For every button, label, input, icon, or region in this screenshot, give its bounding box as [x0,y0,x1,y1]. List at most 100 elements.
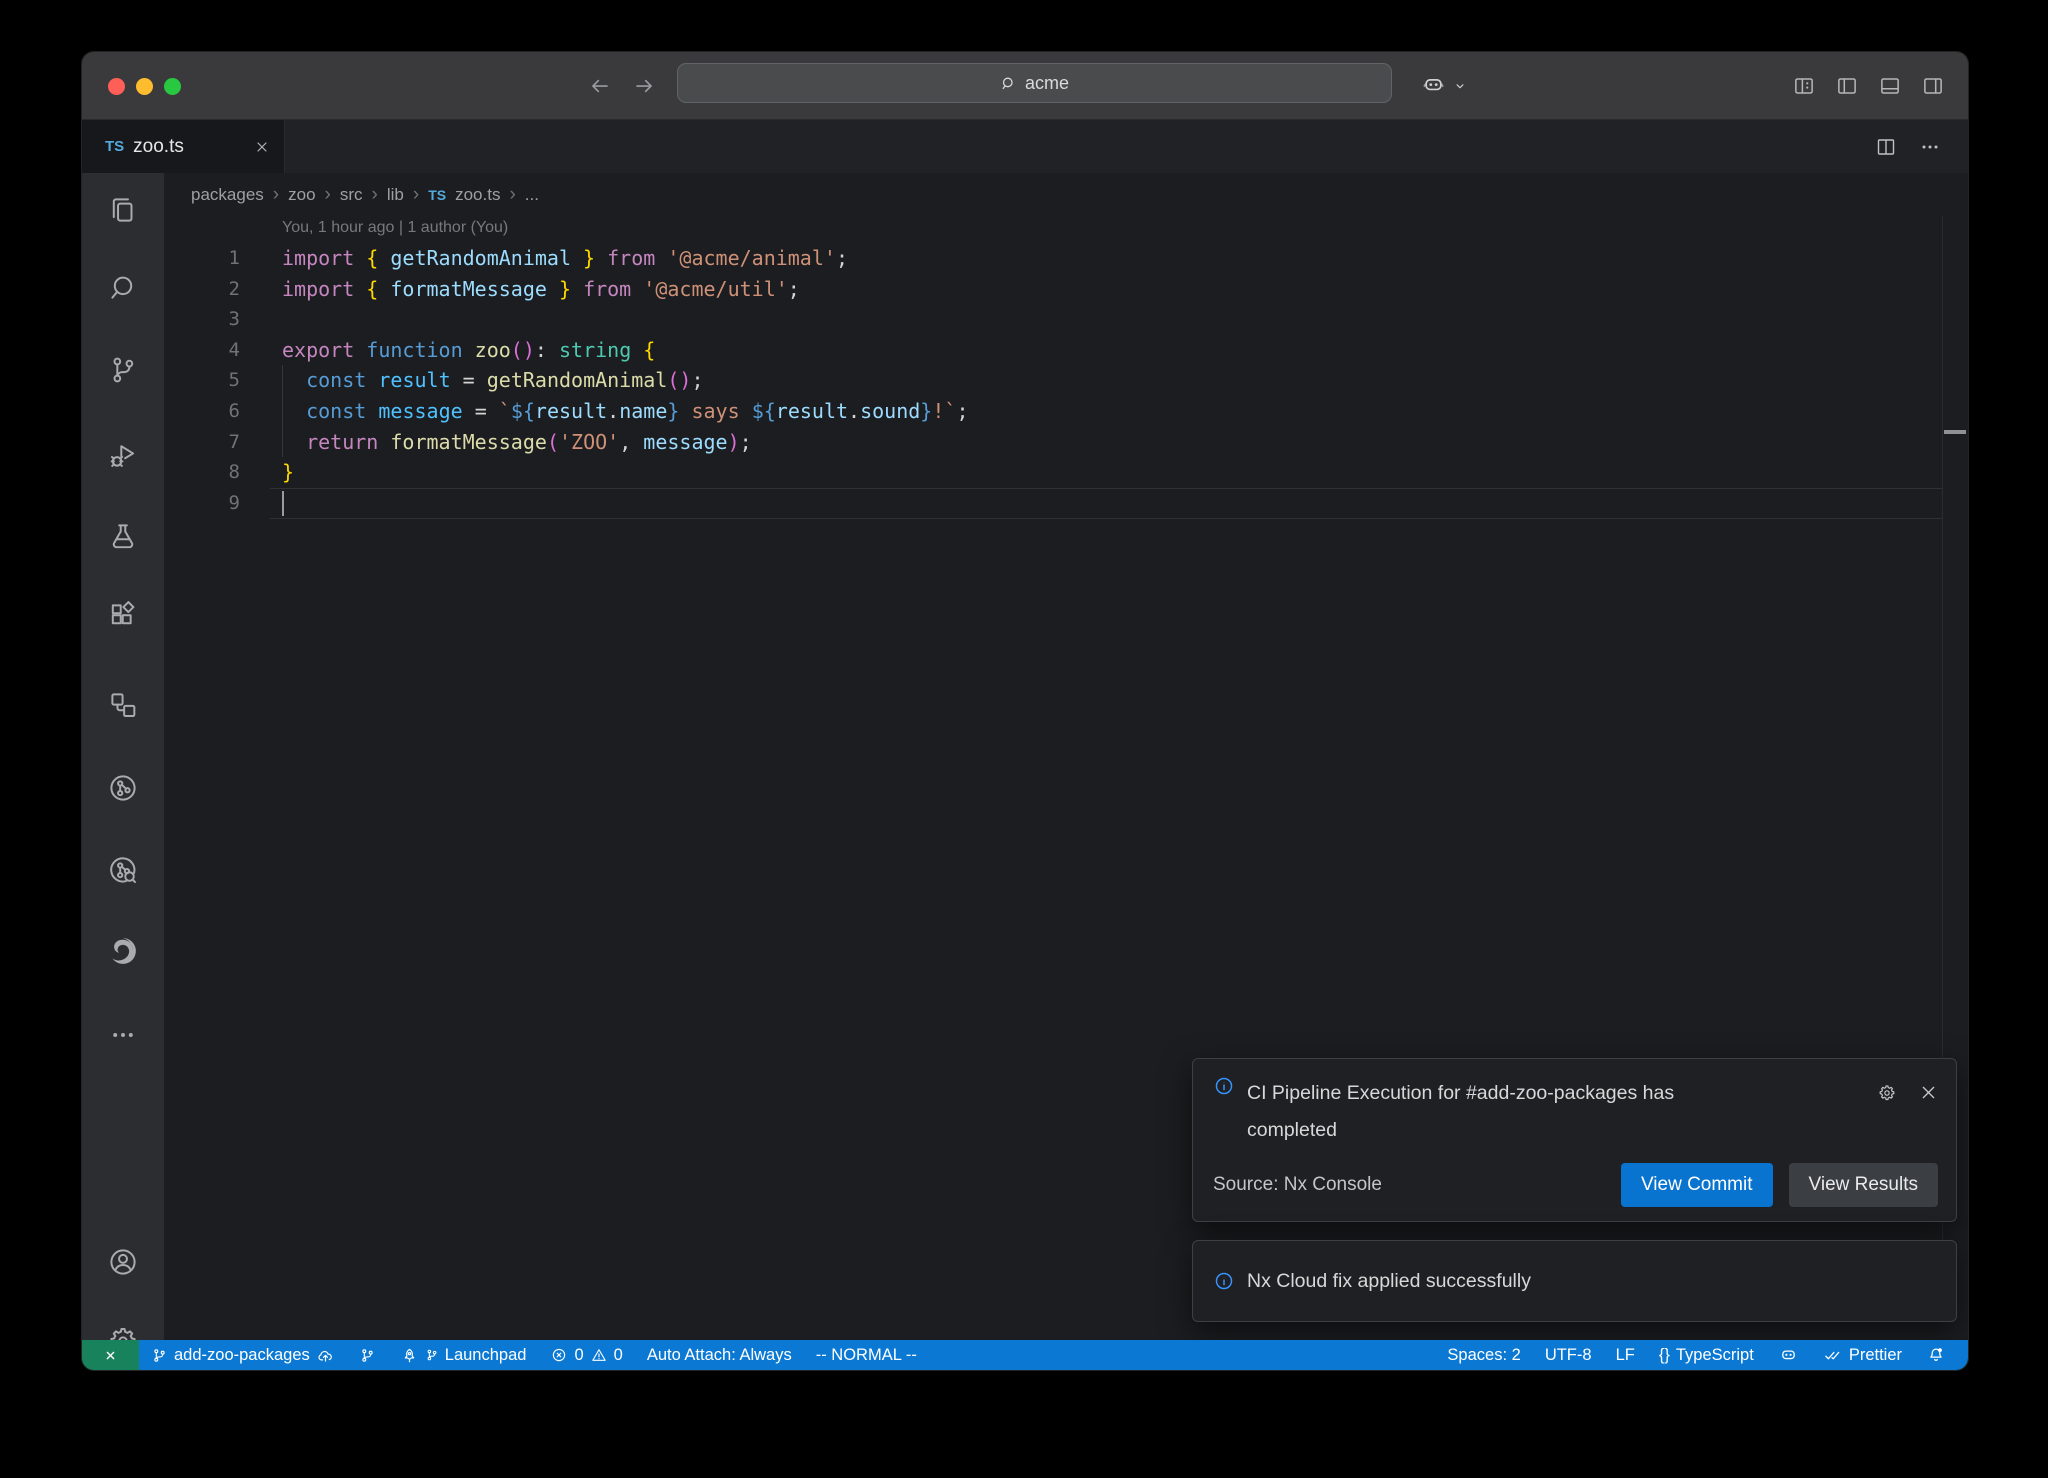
editor-actions [1874,120,1942,173]
more-actions-icon[interactable] [1918,135,1942,159]
tab-label: zoo.ts [133,136,184,158]
code-line-3[interactable]: 3 [164,304,1968,335]
status-bar: add-zoo-packages Launchpad 0 0 Auto Atta… [82,1340,1968,1370]
git-branch-icon [151,1347,168,1364]
code-line-9[interactable]: 9 [164,488,1968,519]
notifications-bell[interactable] [1914,1340,1958,1370]
view-results-button[interactable]: View Results [1789,1163,1938,1207]
copilot-menu[interactable] [1420,72,1467,99]
cloud-upload-icon [316,1346,335,1365]
activity-bar-item-search[interactable] [82,271,164,305]
formatter-status[interactable]: Prettier [1811,1340,1914,1370]
breadcrumb-item-packages[interactable]: packages [191,185,264,205]
line-number[interactable]: 4 [164,335,240,366]
line-number[interactable]: 3 [164,304,240,335]
indent-guide [282,365,283,457]
activity-bar-item-remote-explorer[interactable] [82,688,164,722]
notification-close-icon[interactable] [1919,1083,1938,1149]
copilot-status[interactable] [1766,1340,1811,1370]
notification-gear-icon[interactable] [1877,1083,1897,1149]
source-control-status[interactable] [347,1340,388,1370]
activity-bar [82,173,164,1370]
notification-ci-pipeline: CI Pipeline Execution for #add-zoo-packa… [1192,1058,1957,1222]
edge-tools-icon [105,933,141,969]
toggle-primary-sidebar-icon[interactable] [1834,73,1860,99]
indentation-status[interactable]: Spaces: 2 [1435,1340,1532,1370]
tab-bar: TS zoo.ts [82,120,1968,173]
source-control-icon [106,353,140,387]
activity-bar-item-testing[interactable] [82,519,164,553]
code-text: return formatMessage('ZOO', message); [282,427,752,458]
encoding-status[interactable]: UTF-8 [1533,1340,1604,1370]
testing-icon [106,519,140,553]
breadcrumb-separator: › [509,184,515,206]
branch-status[interactable]: add-zoo-packages [139,1340,347,1370]
breadcrumb: packages›zoo›src›lib›TSzoo.ts›... [164,173,1968,216]
line-number[interactable]: 2 [164,274,240,305]
activity-bar-item-nx-console[interactable] [82,771,164,805]
activity-bar-item-extensions[interactable] [82,598,164,632]
activity-bar-item-accounts[interactable] [82,1245,164,1279]
zoom-window-button[interactable] [164,78,181,95]
breadcrumb-item-zoo[interactable]: zoo [288,185,315,205]
launchpad-status[interactable]: Launchpad [388,1340,539,1370]
activity-bar-item-nx-cloud[interactable] [82,853,164,887]
back-icon[interactable] [587,73,613,99]
code-text: export function zoo(): string { [282,335,655,366]
language-status[interactable]: {} TypeScript [1647,1340,1766,1370]
breadcrumb-item-src[interactable]: src [340,185,363,205]
line-number[interactable]: 1 [164,243,240,274]
breadcrumb-item-symbols[interactable]: ... [525,185,539,205]
notification-message: CI Pipeline Execution for #add-zoo-packa… [1247,1075,1767,1149]
breadcrumb-separator: › [413,184,419,206]
command-center-search[interactable]: acme [677,63,1392,103]
breadcrumb-item-lib[interactable]: lib [387,185,404,205]
line-number[interactable]: 6 [164,396,240,427]
customize-layout-icon[interactable] [1791,73,1817,99]
activity-bar-item-explorer[interactable] [82,193,164,227]
line-number[interactable]: 8 [164,457,240,488]
code-line-6[interactable]: 6 const message = `${result.name} says $… [164,396,1968,427]
auto-attach-status[interactable]: Auto Attach: Always [635,1340,804,1370]
forward-icon[interactable] [631,73,657,99]
split-editor-icon[interactable] [1874,135,1898,159]
breadcrumb-separator: › [372,184,378,206]
toggle-panel-icon[interactable] [1877,73,1903,99]
code-text: } [282,457,294,488]
code-line-8[interactable]: 8} [164,457,1968,488]
line-number[interactable]: 7 [164,427,240,458]
problems-status[interactable]: 0 0 [538,1340,634,1370]
copilot-icon [1778,1345,1799,1366]
branch-name: add-zoo-packages [174,1346,310,1365]
close-window-button[interactable] [108,78,125,95]
vscode-window: acme TS zoo.ts packages›zoo›src›lib›TSzo… [82,52,1968,1370]
code-line-1[interactable]: 1import { getRandomAnimal } from '@acme/… [164,243,1968,274]
line-number[interactable]: 9 [164,488,240,519]
warning-count: 0 [614,1346,623,1365]
code-line-7[interactable]: 7 return formatMessage('ZOO', message); [164,427,1968,458]
code-line-2[interactable]: 2import { formatMessage } from '@acme/ut… [164,274,1968,305]
code-line-4[interactable]: 4 export function zoo(): string { [164,335,1968,366]
remote-indicator[interactable] [82,1340,139,1370]
errors-icon [550,1346,568,1364]
code-text: const message = `${result.name} says ${r… [282,396,968,427]
breadcrumb-separator: › [325,184,331,206]
close-tab-icon[interactable] [254,139,270,155]
activity-bar-item-source-control[interactable] [82,353,164,387]
search-icon [1000,75,1017,92]
eol-status[interactable]: LF [1604,1340,1647,1370]
tab-zoo-ts[interactable]: TS zoo.ts [82,120,285,173]
minimize-window-button[interactable] [136,78,153,95]
activity-bar-item-run-and-debug[interactable] [82,438,164,472]
run-and-debug-icon [106,438,140,472]
layout-controls [1791,73,1946,99]
activity-bar-item-edge-tools[interactable] [82,933,164,969]
line-number[interactable]: 5 [164,365,240,396]
breadcrumb-item-file[interactable]: zoo.ts [455,185,500,205]
toggle-secondary-sidebar-icon[interactable] [1920,73,1946,99]
traffic-lights [108,78,181,95]
code-line-5[interactable]: 5 const result = getRandomAnimal(); [164,365,1968,396]
activity-bar-item-more-views[interactable] [82,1018,164,1052]
vim-mode-status[interactable]: -- NORMAL -- [804,1340,929,1370]
view-commit-button[interactable]: View Commit [1621,1163,1773,1207]
